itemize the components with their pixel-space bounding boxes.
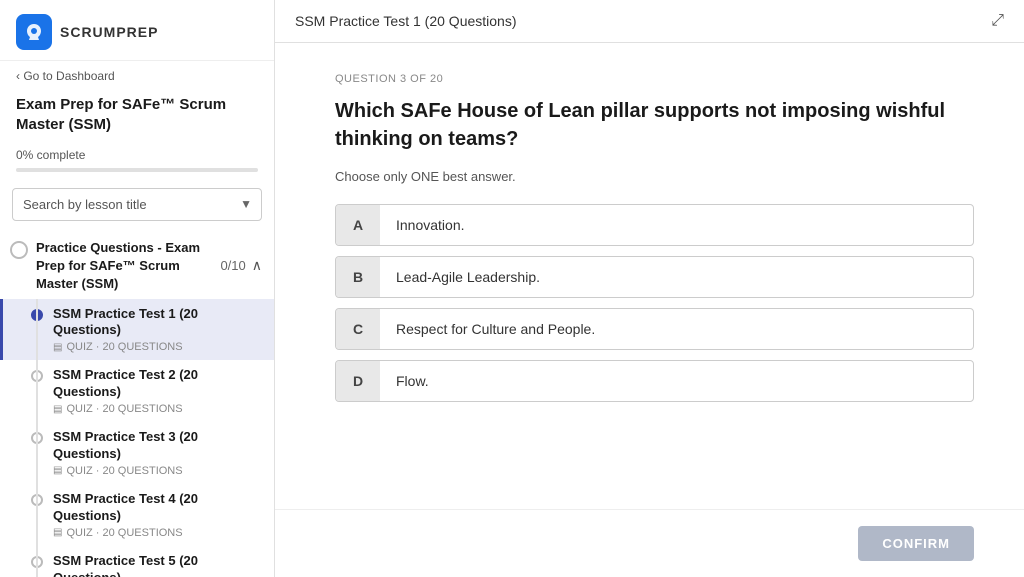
section-header[interactable]: Practice Questions - Exam Prep for SAFe™… (0, 231, 274, 299)
section-title: Practice Questions - Exam Prep for SAFe™… (36, 240, 200, 291)
lesson-list: SSM Practice Test 1 (20 Questions) ▤ QUI… (0, 299, 274, 577)
sidebar: SCRUMPREP Go to Dashboard Exam Prep for … (0, 0, 275, 577)
confirm-button[interactable]: CONFIRM (858, 526, 974, 561)
lesson-item[interactable]: SSM Practice Test 5 (20 Questions) ▤ QUI… (0, 546, 274, 577)
lesson-content: SSM Practice Test 3 (20 Questions) ▤ QUI… (53, 429, 262, 477)
lesson-title: SSM Practice Test 1 (20 Questions) (53, 306, 262, 340)
progress-label: 0% complete (0, 144, 274, 168)
lesson-item[interactable]: SSM Practice Test 3 (20 Questions) ▤ QUI… (0, 422, 274, 484)
quiz-icon: ▤ (53, 404, 62, 415)
lesson-item[interactable]: SSM Practice Test 2 (20 Questions) ▤ QUI… (0, 360, 274, 422)
section-circle (10, 241, 28, 259)
lesson-line (36, 360, 38, 422)
answer-letter: D (336, 361, 380, 401)
sidebar-logo: SCRUMPREP (0, 0, 274, 61)
lesson-title: SSM Practice Test 3 (20 Questions) (53, 429, 262, 463)
main-header: SSM Practice Test 1 (20 Questions) ⤢ (275, 0, 1024, 43)
lesson-line (36, 546, 38, 577)
back-to-dashboard[interactable]: Go to Dashboard (0, 61, 274, 91)
section-header-left: Practice Questions - Exam Prep for SAFe™… (10, 239, 220, 293)
lesson-content: SSM Practice Test 2 (20 Questions) ▤ QUI… (53, 367, 262, 415)
main-body: QUESTION 3 OF 20 Which SAFe House of Lea… (275, 43, 1024, 509)
confirm-area: CONFIRM (275, 509, 1024, 577)
answer-text: Flow. (380, 361, 445, 401)
lesson-line (36, 299, 38, 361)
expand-icon[interactable]: ⤢ (991, 12, 1004, 30)
answer-letter: B (336, 257, 380, 297)
lesson-item[interactable]: SSM Practice Test 4 (20 Questions) ▤ QUI… (0, 484, 274, 546)
lesson-subtitle: ▤ QUIZ · 20 QUESTIONS (53, 527, 262, 539)
answer-option[interactable]: B Lead-Agile Leadership. (335, 256, 974, 298)
answer-text: Innovation. (380, 205, 481, 245)
question-text: Which SAFe House of Lean pillar supports… (335, 97, 974, 153)
lesson-meta: QUIZ · 20 QUESTIONS (66, 527, 182, 539)
logo-icon (16, 14, 52, 50)
lesson-subtitle: ▤ QUIZ · 20 QUESTIONS (53, 465, 262, 477)
answer-text: Lead-Agile Leadership. (380, 257, 556, 297)
answer-option[interactable]: D Flow. (335, 360, 974, 402)
lesson-title: SSM Practice Test 4 (20 Questions) (53, 491, 262, 525)
chevron-up-icon: ∧ (252, 257, 262, 274)
quiz-title: SSM Practice Test 1 (20 Questions) (295, 13, 517, 29)
lesson-title: SSM Practice Test 2 (20 Questions) (53, 367, 262, 401)
main-content: SSM Practice Test 1 (20 Questions) ⤢ QUE… (275, 0, 1024, 577)
logo-text: SCRUMPREP (60, 24, 158, 40)
lesson-meta: QUIZ · 20 QUESTIONS (66, 465, 182, 477)
answer-option[interactable]: A Innovation. (335, 204, 974, 246)
lesson-line (36, 484, 38, 546)
quiz-icon: ▤ (53, 465, 62, 476)
quiz-icon: ▤ (53, 342, 62, 353)
course-title: Exam Prep for SAFe™ Scrum Master (SSM) (0, 91, 274, 144)
lesson-subtitle: ▤ QUIZ · 20 QUESTIONS (53, 341, 262, 353)
progress-bar (16, 168, 258, 172)
lesson-content: SSM Practice Test 5 (20 Questions) ▤ QUI… (53, 553, 262, 577)
lesson-search[interactable]: Search by lesson title ▼ (12, 188, 262, 221)
lesson-meta: QUIZ · 20 QUESTIONS (66, 341, 182, 353)
lesson-title: SSM Practice Test 5 (20 Questions) (53, 553, 262, 577)
quiz-icon: ▤ (53, 527, 62, 538)
question-instruction: Choose only ONE best answer. (335, 169, 974, 184)
search-input[interactable]: Search by lesson title (12, 188, 262, 221)
answer-letter: C (336, 309, 380, 349)
section-count: 0/10 (220, 258, 245, 273)
answer-list: A Innovation. B Lead-Agile Leadership. C… (335, 204, 974, 402)
lesson-content: SSM Practice Test 1 (20 Questions) ▤ QUI… (53, 306, 262, 354)
lesson-content: SSM Practice Test 4 (20 Questions) ▤ QUI… (53, 491, 262, 539)
answer-text: Respect for Culture and People. (380, 309, 611, 349)
lesson-meta: QUIZ · 20 QUESTIONS (66, 403, 182, 415)
lesson-line (36, 422, 38, 484)
answer-option[interactable]: C Respect for Culture and People. (335, 308, 974, 350)
lesson-subtitle: ▤ QUIZ · 20 QUESTIONS (53, 403, 262, 415)
answer-letter: A (336, 205, 380, 245)
lesson-item[interactable]: SSM Practice Test 1 (20 Questions) ▤ QUI… (0, 299, 274, 361)
question-label: QUESTION 3 OF 20 (335, 73, 974, 85)
